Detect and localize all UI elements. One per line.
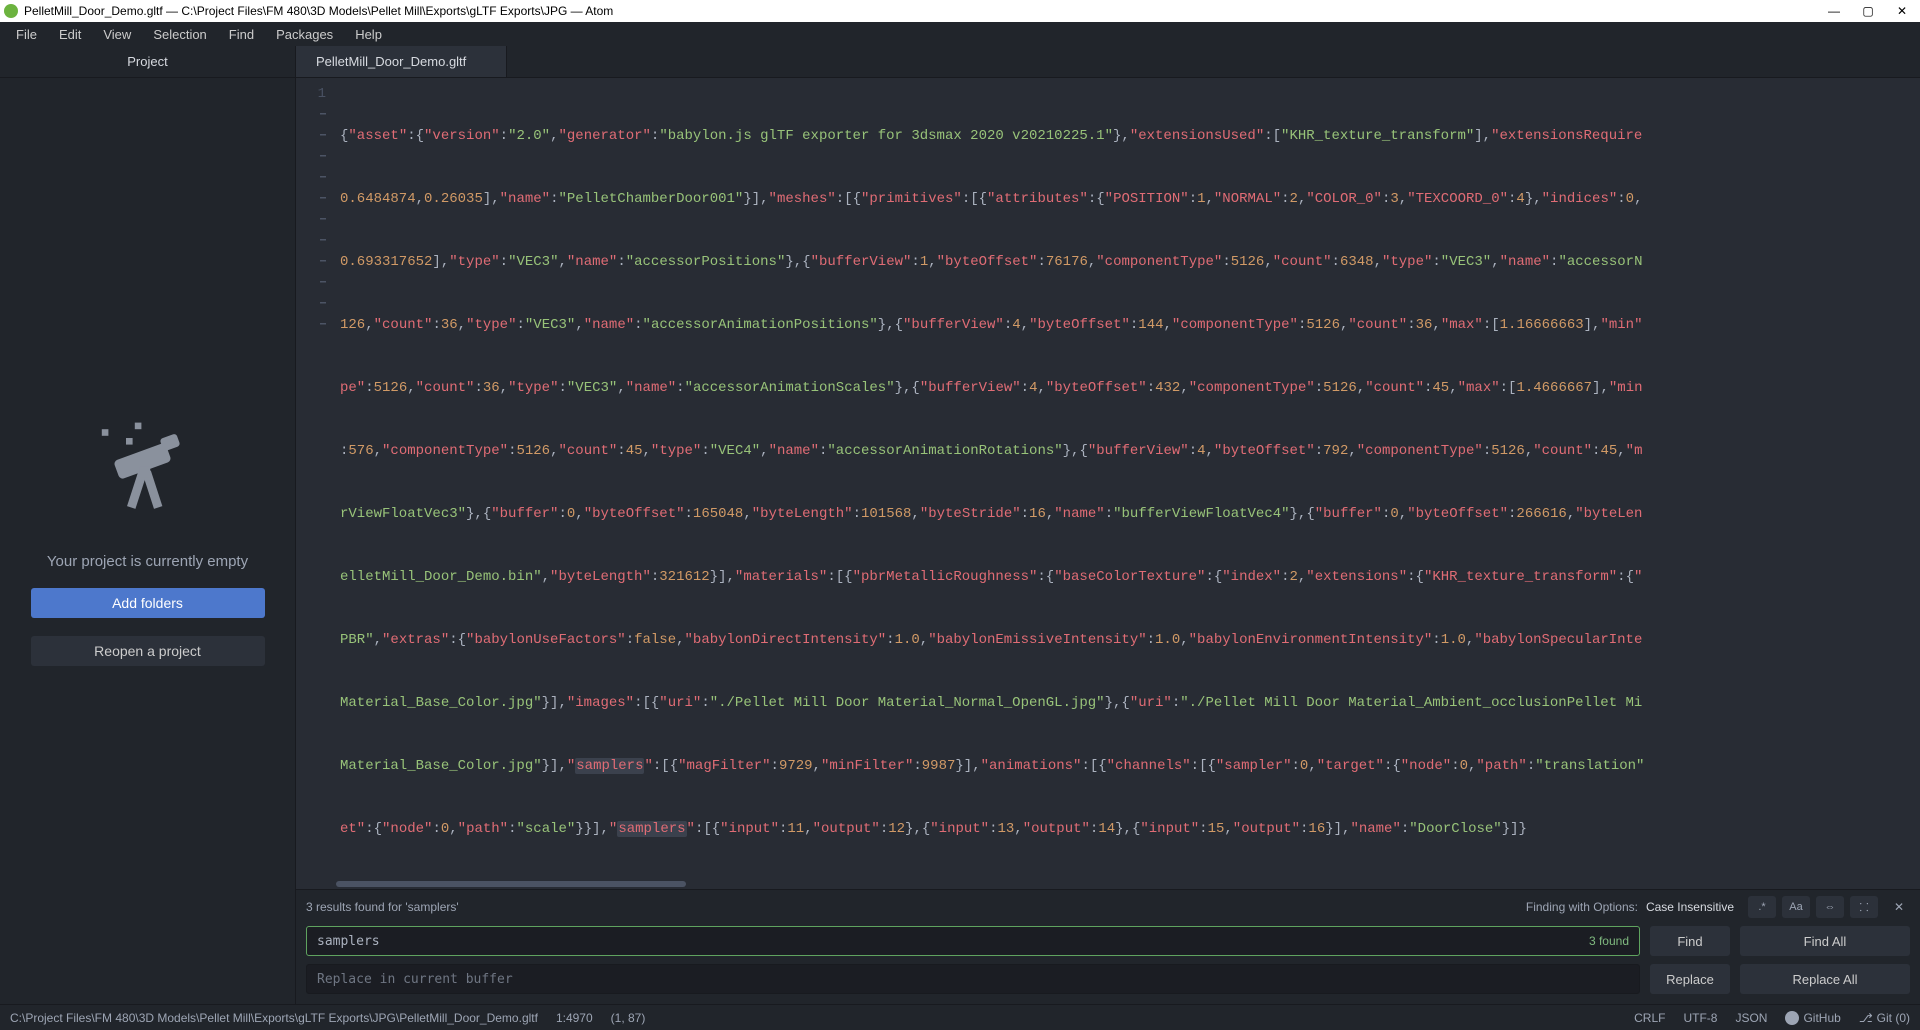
find-all-button[interactable]: Find All — [1740, 926, 1910, 956]
scrollbar-thumb[interactable] — [336, 881, 686, 887]
menu-help[interactable]: Help — [345, 25, 392, 44]
code-line: Material_Base_Color.jpg"}],"images":[{"u… — [340, 693, 1920, 714]
close-find-panel[interactable]: ✕ — [1888, 900, 1910, 914]
minimize-button[interactable]: — — [1826, 4, 1842, 18]
replace-input[interactable]: Replace in current buffer — [306, 964, 1640, 994]
window-titlebar: PelletMill_Door_Demo.gltf — C:\Project F… — [0, 0, 1920, 22]
horizontal-scrollbar[interactable] — [296, 879, 1920, 889]
find-panel: 3 results found for 'samplers' Finding w… — [296, 889, 1920, 1004]
gutter: 1 ⋯ ⋯ ⋯ ⋯ ⋯ ⋯ ⋯ ⋯ ⋯ ⋯ ⋯ — [296, 78, 336, 879]
github-icon — [1785, 1011, 1799, 1025]
menu-view[interactable]: View — [93, 25, 141, 44]
window-title: PelletMill_Door_Demo.gltf — C:\Project F… — [24, 4, 1826, 18]
case-toggle[interactable]: Aa — [1782, 896, 1810, 918]
find-options-label: Finding with Options: — [1526, 900, 1638, 914]
status-eol[interactable]: CRLF — [1634, 1011, 1665, 1025]
code-line: pe":5126,"count":36,"type":"VEC3","name"… — [340, 378, 1920, 399]
status-github[interactable]: GitHub — [1785, 1011, 1840, 1025]
code-line: :576,"componentType":5126,"count":45,"ty… — [340, 441, 1920, 462]
menu-file[interactable]: File — [6, 25, 47, 44]
tab-bar: PelletMill_Door_Demo.gltf — [296, 46, 1920, 78]
line-number: 1 — [296, 84, 330, 105]
status-cursor-position[interactable]: 1:4970 — [556, 1011, 593, 1025]
status-bar: C:\Project Files\FM 480\3D Models\Pellet… — [0, 1004, 1920, 1030]
code-line: 0.6484874,0.26035],"name":"PelletChamber… — [340, 189, 1920, 210]
whole-word-toggle[interactable]: ⸬ — [1850, 896, 1878, 918]
code-content[interactable]: {"asset":{"version":"2.0","generator":"b… — [336, 78, 1920, 879]
search-match: samplers — [575, 758, 644, 774]
menu-find[interactable]: Find — [219, 25, 264, 44]
status-grammar[interactable]: JSON — [1735, 1011, 1767, 1025]
code-line: {"asset":{"version":"2.0","generator":"b… — [340, 126, 1920, 147]
file-tab-label: PelletMill_Door_Demo.gltf — [316, 54, 466, 69]
menu-packages[interactable]: Packages — [266, 25, 343, 44]
code-line: PBR","extras":{"babylonUseFactors":false… — [340, 630, 1920, 651]
find-count: 3 found — [1589, 934, 1629, 948]
replace-button[interactable]: Replace — [1650, 964, 1730, 994]
add-folders-button[interactable]: Add folders — [31, 588, 265, 618]
menu-edit[interactable]: Edit — [49, 25, 91, 44]
find-options-value: Case Insensitive — [1646, 900, 1734, 914]
close-button[interactable]: ✕ — [1894, 4, 1910, 18]
selection-toggle[interactable]: ⇔ — [1816, 896, 1844, 918]
code-line: elletMill_Door_Demo.bin","byteLength":32… — [340, 567, 1920, 588]
git-branch-icon: ⎇ — [1859, 1011, 1873, 1025]
replace-placeholder: Replace in current buffer — [317, 972, 513, 987]
project-tab[interactable]: Project — [0, 46, 295, 78]
find-input-value: samplers — [317, 934, 380, 949]
code-line: 126,"count":36,"type":"VEC3","name":"acc… — [340, 315, 1920, 336]
status-path[interactable]: C:\Project Files\FM 480\3D Models\Pellet… — [10, 1011, 538, 1025]
code-line: et":{"node":0,"path":"scale"}}],"sampler… — [340, 819, 1920, 840]
code-line: Material_Base_Color.jpg"}],"samplers":[{… — [340, 756, 1920, 777]
status-git[interactable]: ⎇ Git (0) — [1859, 1011, 1910, 1025]
menu-bar: File Edit View Selection Find Packages H… — [0, 22, 1920, 46]
regex-toggle[interactable]: .* — [1748, 896, 1776, 918]
menu-selection[interactable]: Selection — [143, 25, 216, 44]
status-encoding[interactable]: UTF-8 — [1683, 1011, 1717, 1025]
project-empty-text: Your project is currently empty — [47, 553, 248, 570]
project-sidebar: Project Your project is currently empty … — [0, 46, 296, 1004]
status-selection: (1, 87) — [611, 1011, 646, 1025]
replace-all-button[interactable]: Replace All — [1740, 964, 1910, 994]
app-icon — [4, 4, 18, 18]
maximize-button[interactable]: ▢ — [1860, 4, 1876, 18]
file-tab[interactable]: PelletMill_Door_Demo.gltf — [296, 46, 507, 77]
search-match: samplers — [617, 821, 686, 837]
fold-indicator[interactable]: ⋯ — [296, 105, 330, 126]
editor-pane: PelletMill_Door_Demo.gltf 1 ⋯ ⋯ ⋯ ⋯ ⋯ ⋯ … — [296, 46, 1920, 1004]
find-results-text: 3 results found for 'samplers' — [306, 900, 1526, 914]
reopen-project-button[interactable]: Reopen a project — [31, 636, 265, 666]
find-button[interactable]: Find — [1650, 926, 1730, 956]
text-editor[interactable]: 1 ⋯ ⋯ ⋯ ⋯ ⋯ ⋯ ⋯ ⋯ ⋯ ⋯ ⋯ {"asset":{"versi… — [296, 78, 1920, 879]
telescope-icon — [93, 416, 203, 529]
code-line: 0.693317652],"type":"VEC3","name":"acces… — [340, 252, 1920, 273]
find-input[interactable]: samplers 3 found — [306, 926, 1640, 956]
code-line: rViewFloatVec3"},{"buffer":0,"byteOffset… — [340, 504, 1920, 525]
